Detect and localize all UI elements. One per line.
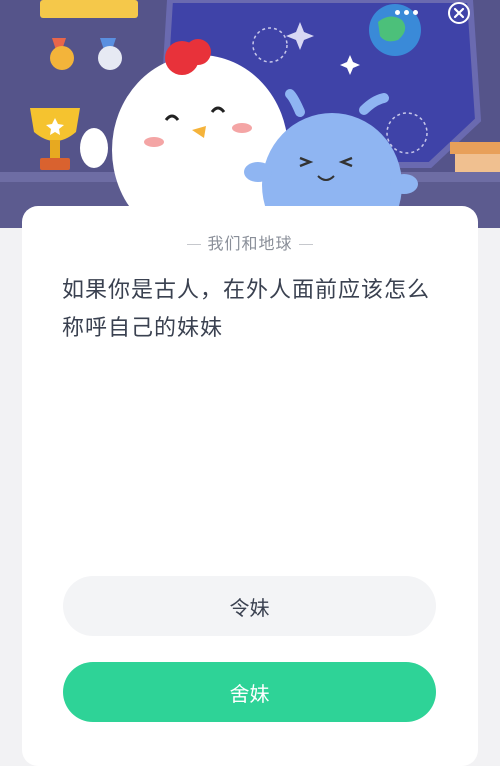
answer-option-2-label: 舍妹 — [229, 681, 270, 706]
header-illustration — [0, 0, 500, 228]
scene-svg — [0, 0, 500, 228]
more-button[interactable] — [386, 2, 426, 22]
answer-option-2[interactable]: 舍妹 — [63, 662, 436, 722]
answer-option-1-label: 令妹 — [229, 595, 270, 620]
question-text: 如果你是古人，在外人面前应该怎么称呼自己的妹妹 — [62, 278, 431, 341]
close-circle-icon — [448, 2, 470, 24]
more-dots-icon — [394, 9, 400, 15]
quiz-category: 我们和地球 — [22, 230, 478, 254]
divider-left — [187, 244, 202, 245]
answer-option-1[interactable]: 令妹 — [63, 576, 436, 636]
more-dot — [412, 9, 418, 15]
category-label: 我们和地球 — [207, 234, 293, 253]
quiz-card: 我们和地球 如果你是古人，在外人面前应该怎么称呼自己的妹妹 令妹 舍妹 — [22, 206, 478, 766]
divider-right — [298, 244, 313, 245]
close-button[interactable] — [444, 0, 474, 26]
more-dot — [403, 9, 409, 15]
